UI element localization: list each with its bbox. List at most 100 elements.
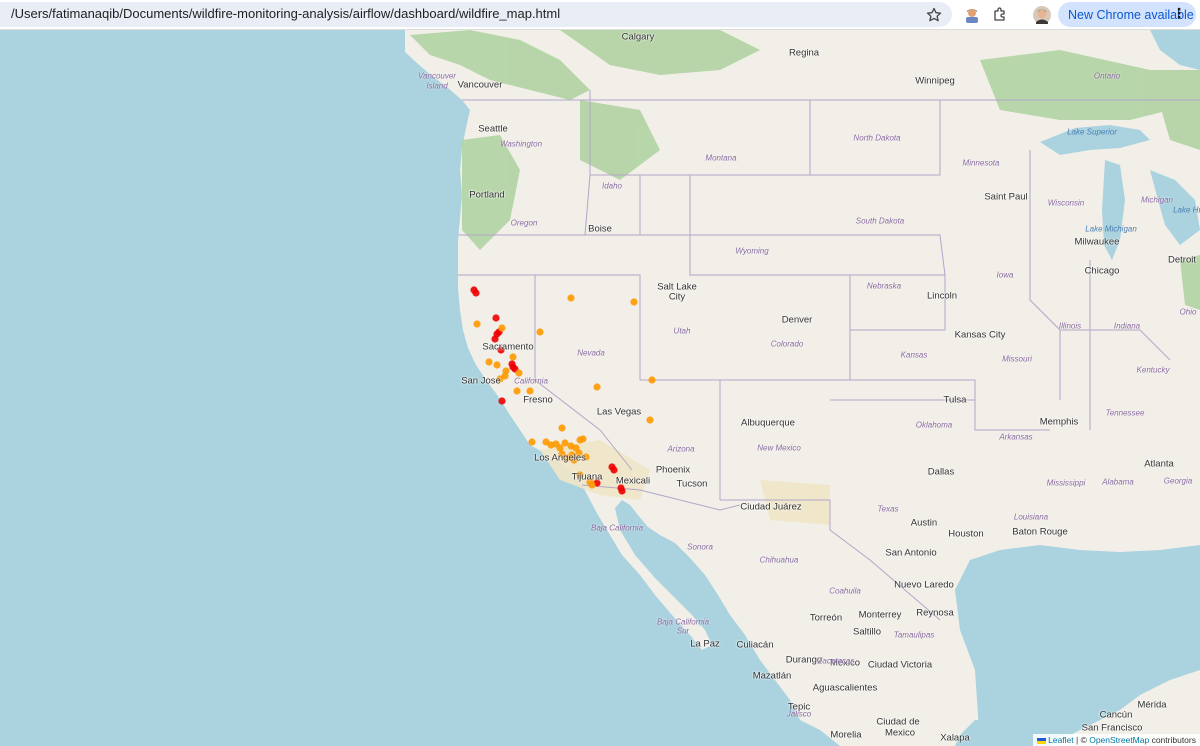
city-label: Phoenix	[655, 464, 691, 476]
fire-marker-medium[interactable]	[579, 435, 587, 443]
region-label: Idaho	[601, 181, 623, 191]
region-label: Sonora	[687, 542, 713, 552]
city-label: Kansas City	[954, 329, 1006, 341]
region-label: Ontario	[1093, 71, 1121, 81]
fire-marker-medium[interactable]	[648, 376, 656, 384]
region-label: Utah	[673, 326, 691, 336]
fire-marker-medium[interactable]	[485, 358, 493, 366]
region-label: Sur	[676, 626, 690, 636]
city-label: San Jose	[461, 375, 501, 387]
city-label: Atlanta	[1144, 458, 1174, 470]
city-label: Lincoln	[926, 290, 958, 302]
bookmark-star-icon[interactable]	[924, 5, 944, 25]
region-label: North Dakota	[853, 133, 901, 143]
new-chrome-available-button[interactable]: New Chrome available ⋮	[1058, 2, 1196, 27]
city-label: Monterrey	[858, 609, 902, 621]
extensions-puzzle-icon[interactable]	[990, 5, 1010, 25]
address-bar[interactable]: /Users/fatimanaqib/Documents/wildfire-mo…	[0, 2, 952, 27]
region-label: Zacatecas	[817, 656, 855, 666]
region-label: Kentucky	[1136, 365, 1170, 375]
fire-marker-medium[interactable]	[558, 424, 566, 432]
city-label: Aguascalientes	[812, 682, 878, 694]
region-label: California	[514, 376, 548, 386]
fire-marker-medium[interactable]	[567, 294, 575, 302]
region-label: Island	[426, 81, 448, 91]
region-label: Louisiana	[1013, 512, 1049, 522]
city-label: Chicago	[1084, 265, 1120, 277]
city-label: Memphis	[1039, 416, 1079, 428]
region-label: Minnesota	[962, 158, 1000, 168]
region-label: Tennessee	[1105, 408, 1145, 418]
region-label: Arizona	[667, 444, 695, 454]
fire-marker-medium[interactable]	[498, 324, 506, 332]
city-label: Mexico	[884, 727, 916, 739]
city-label: Cancún	[1099, 709, 1133, 721]
city-label: Tulsa	[943, 394, 967, 406]
city-label: Boise	[588, 223, 612, 235]
city-label: Las Vegas	[596, 406, 642, 418]
fire-marker-high[interactable]	[610, 466, 618, 474]
basemap	[405, 30, 1200, 746]
city-label: Los Angeles	[534, 452, 586, 464]
region-label: Baja California	[656, 617, 710, 627]
leaflet-link[interactable]: Leaflet	[1048, 735, 1074, 745]
fire-marker-medium[interactable]	[536, 328, 544, 336]
city-label: Saint Paul	[984, 191, 1028, 203]
profile-extension-icon[interactable]	[962, 5, 982, 25]
city-label: Culiacán	[736, 639, 774, 651]
fire-marker-medium[interactable]	[528, 438, 536, 446]
fire-marker-medium[interactable]	[493, 361, 501, 369]
city-label: Fresno	[523, 394, 553, 406]
city-label: Denver	[781, 314, 813, 326]
fire-marker-medium[interactable]	[513, 387, 521, 395]
ukraine-flag-icon	[1037, 737, 1047, 744]
region-label: Missouri	[1002, 354, 1032, 364]
city-label: Albuquerque	[741, 417, 795, 429]
fire-marker-high[interactable]	[618, 487, 626, 495]
region-label: Arkansas	[999, 432, 1033, 442]
city-label: Mérida	[1137, 699, 1167, 711]
region-label: Texas	[877, 504, 899, 514]
city-label: Sacramento	[482, 341, 534, 353]
fire-marker-medium[interactable]	[473, 320, 481, 328]
city-label: Ciudad Victoria	[867, 659, 933, 671]
fire-marker-high[interactable]	[498, 397, 506, 405]
city-label: Dallas	[927, 466, 955, 478]
region-label: Washington	[499, 139, 543, 149]
wildfire-map[interactable]: Calgary Regina Winnipeg Vancouver Seattle Por…	[0, 30, 1200, 746]
region-label: Alabama	[1102, 477, 1134, 487]
city-label: Winnipeg	[915, 75, 955, 87]
fire-marker-medium[interactable]	[509, 353, 517, 361]
fire-marker-high[interactable]	[472, 289, 480, 297]
openstreetmap-link[interactable]: OpenStreetMap	[1089, 735, 1149, 745]
map-attribution: Leaflet | © OpenStreetMap contributors	[1033, 734, 1200, 746]
fire-marker-medium[interactable]	[646, 416, 654, 424]
city-label: City	[668, 291, 686, 303]
region-label: Colorado	[770, 339, 804, 349]
region-label: Kansas	[900, 350, 928, 360]
region-label: Mississippi	[1046, 478, 1086, 488]
region-label: Nevada	[577, 348, 605, 358]
region-label: Nebraska	[866, 281, 902, 291]
user-avatar-icon[interactable]	[1032, 5, 1052, 25]
region-label: South Dakota	[855, 216, 905, 226]
city-label: Calgary	[621, 31, 655, 43]
city-label: Mexicali	[615, 475, 651, 487]
city-label: La Paz	[690, 638, 720, 650]
region-label: Vancouver	[418, 71, 456, 81]
region-label: Coahuila	[829, 586, 861, 596]
city-label: Ciudad de	[876, 716, 920, 728]
city-label: Reynosa	[916, 607, 954, 619]
city-label: Mazatlán	[752, 670, 792, 682]
water-label: Lake Hu	[1173, 205, 1200, 215]
region-label: Michigan	[1140, 195, 1174, 205]
city-label: Seattle	[478, 123, 508, 135]
region-label: Wyoming	[735, 246, 769, 256]
region-label: Baja California	[590, 523, 644, 533]
region-label: Indiana	[1113, 321, 1141, 331]
fire-marker-high[interactable]	[492, 314, 500, 322]
fire-marker-medium[interactable]	[593, 383, 601, 391]
fire-marker-medium[interactable]	[547, 441, 555, 449]
city-label: Xalapa	[940, 732, 970, 744]
fire-marker-medium[interactable]	[630, 298, 638, 306]
